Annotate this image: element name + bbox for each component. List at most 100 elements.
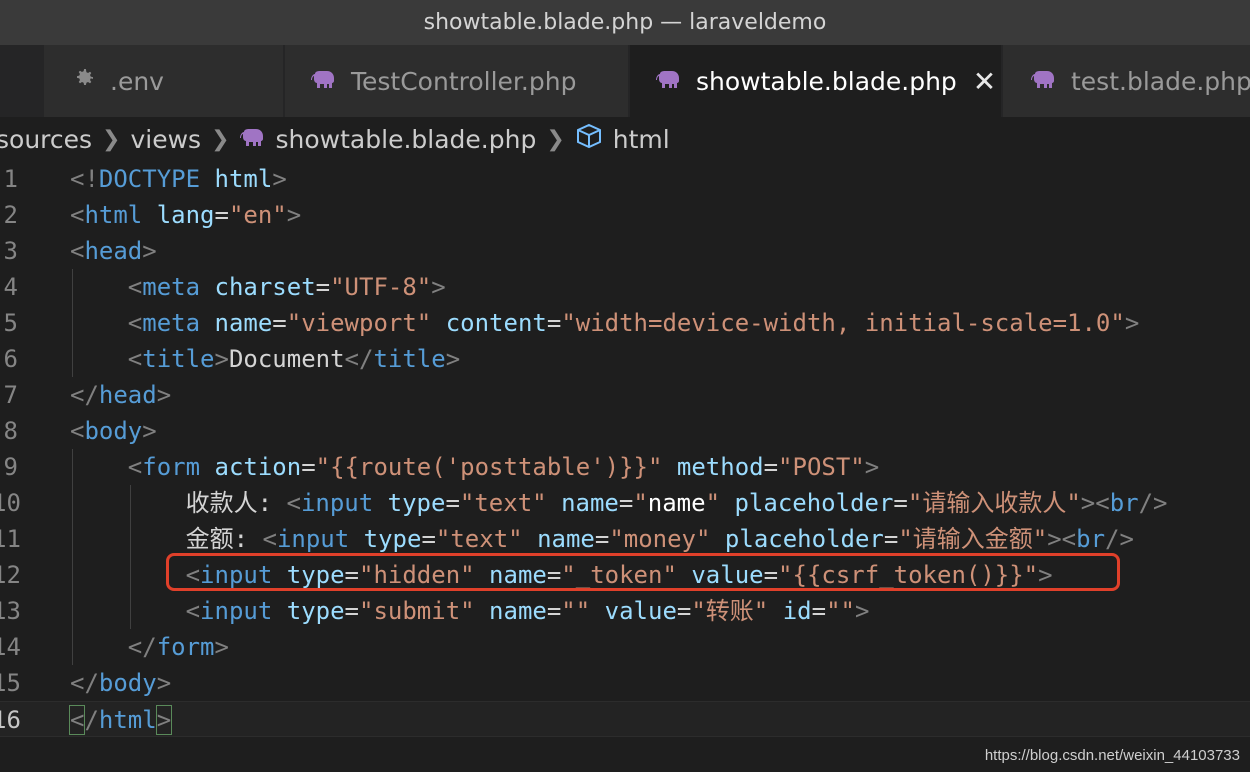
code-text: </html> [68, 702, 173, 738]
php-elephant-icon [239, 125, 266, 154]
code-token: "submit" [359, 597, 475, 625]
code-token: Document [228, 345, 345, 373]
tab-label: .env [110, 66, 164, 96]
code-line[interactable]: 15 </body> [0, 665, 1250, 701]
code-token: form [156, 633, 215, 661]
code-token: > [854, 597, 870, 625]
code-token: = [811, 597, 827, 625]
code-line[interactable]: 14 </form> [0, 629, 1250, 665]
code-line[interactable]: 7 </head> [0, 377, 1250, 413]
code-token: = [763, 453, 779, 481]
code-token: placeholder [724, 525, 884, 553]
code-text: <html lang="en"> [70, 197, 301, 233]
code-token: 金额: [70, 525, 263, 553]
code-token: < [70, 201, 85, 229]
code-line[interactable]: 11 金额: <input type="text" name="money" p… [0, 521, 1250, 557]
code-line[interactable]: 6 <title>Document</title> [0, 341, 1250, 377]
code-token: > [156, 669, 172, 697]
code-token: "请输入金额" [898, 525, 1048, 553]
code-token: = [214, 201, 229, 229]
code-token: < [127, 453, 143, 481]
tab-showtable[interactable]: showtable.blade.php ✕ [630, 45, 1002, 117]
code-token: meta [142, 309, 201, 337]
code-line[interactable]: 16 </html> [0, 701, 1250, 737]
breadcrumb-item[interactable]: views [130, 125, 201, 154]
code-token: method [676, 453, 764, 481]
line-number: 13 [0, 597, 21, 625]
php-elephant-icon [311, 67, 337, 96]
code-text: <input type="hidden" name="_token" value… [70, 557, 1053, 593]
code-token: "text" [435, 525, 523, 553]
code-text: <form action="{{route('posttable')}}" me… [70, 449, 879, 485]
code-text: <body> [70, 413, 157, 449]
code-token: = [546, 309, 562, 337]
tab-env[interactable]: .env [44, 45, 284, 117]
code-token: = [301, 453, 316, 481]
code-token: title [373, 345, 446, 373]
code-token: type [363, 525, 422, 553]
code-text: <meta charset="UTF-8"> [70, 269, 446, 305]
breadcrumb-item[interactable]: showtable.blade.php [276, 125, 537, 154]
code-line[interactable]: 5 <meta name="viewport" content="width=d… [0, 305, 1250, 341]
code-token: "money" [609, 525, 711, 553]
breadcrumb-item[interactable]: html [613, 125, 670, 154]
code-token: "viewport" [286, 309, 432, 337]
code-token: br [1076, 525, 1106, 553]
code-token: = [618, 489, 634, 517]
line-number: 5 [3, 309, 18, 337]
tab-testcontroller[interactable]: TestController.php [285, 45, 629, 117]
code-token: placeholder [734, 489, 894, 517]
code-line[interactable]: 13 <input type="submit" name="" value="转… [0, 593, 1250, 629]
code-text: </head> [70, 377, 171, 413]
code-token: > [1124, 309, 1140, 337]
code-line[interactable]: 12 <input type="hidden" name="_token" va… [0, 557, 1250, 593]
tab-label: test.blade.php [1071, 66, 1250, 96]
code-line[interactable]: 10 收款人: <input type="text" name="name" p… [0, 485, 1250, 521]
watermark: https://blog.csdn.net/weixin_44103733 [984, 747, 1240, 764]
code-text: </form> [70, 629, 229, 665]
code-token: = [546, 597, 562, 625]
php-elephant-icon [656, 67, 682, 96]
code-token: < [127, 309, 143, 337]
code-line[interactable]: 8 <body> [0, 413, 1250, 449]
code-text: </body> [70, 665, 171, 701]
code-token: title [142, 345, 215, 373]
code-token: < [127, 273, 143, 301]
code-token: html [214, 165, 273, 193]
code-token: </ [70, 381, 99, 409]
code-token: name [537, 525, 595, 553]
code-token: input [300, 489, 374, 517]
code-editor[interactable]: 1 <!DOCTYPE html> 2 <html lang="en"> 3 <head>… [0, 161, 1250, 772]
code-token: > [864, 453, 880, 481]
code-token: </ [70, 669, 99, 697]
code-token: body [98, 669, 157, 697]
code-text: <title>Document</title> [70, 341, 460, 377]
window-title-bar: showtable.blade.php — laraveldemo [0, 0, 1250, 45]
breadcrumb: sources ❯ views ❯ showtable.blade.php ❯ … [0, 117, 1250, 161]
code-text: <head> [70, 233, 157, 269]
code-line[interactable]: 3 <head> [0, 233, 1250, 269]
line-number: 12 [0, 561, 21, 589]
code-token: name [647, 489, 706, 517]
code-line[interactable]: 1 <!DOCTYPE html> [0, 161, 1250, 197]
close-icon[interactable]: ✕ [973, 65, 996, 98]
code-text: <input type="submit" name="" value="转账" … [70, 593, 870, 629]
code-text: 收款人: <input type="text" name="name" plac… [70, 485, 1168, 521]
chevron-right-icon: ❯ [211, 126, 230, 152]
code-line[interactable]: 4 <meta charset="UTF-8"> [0, 269, 1250, 305]
tab-test-blade[interactable]: test.blade.php [1003, 45, 1250, 117]
code-line[interactable]: 9 <form action="{{route('posttable')}}" … [0, 449, 1250, 485]
code-token: = [594, 525, 610, 553]
line-number: 6 [3, 345, 18, 373]
code-line[interactable]: 2 <html lang="en"> [0, 197, 1250, 233]
code-token: /> [1138, 489, 1168, 517]
breadcrumb-item[interactable]: sources [0, 125, 92, 154]
